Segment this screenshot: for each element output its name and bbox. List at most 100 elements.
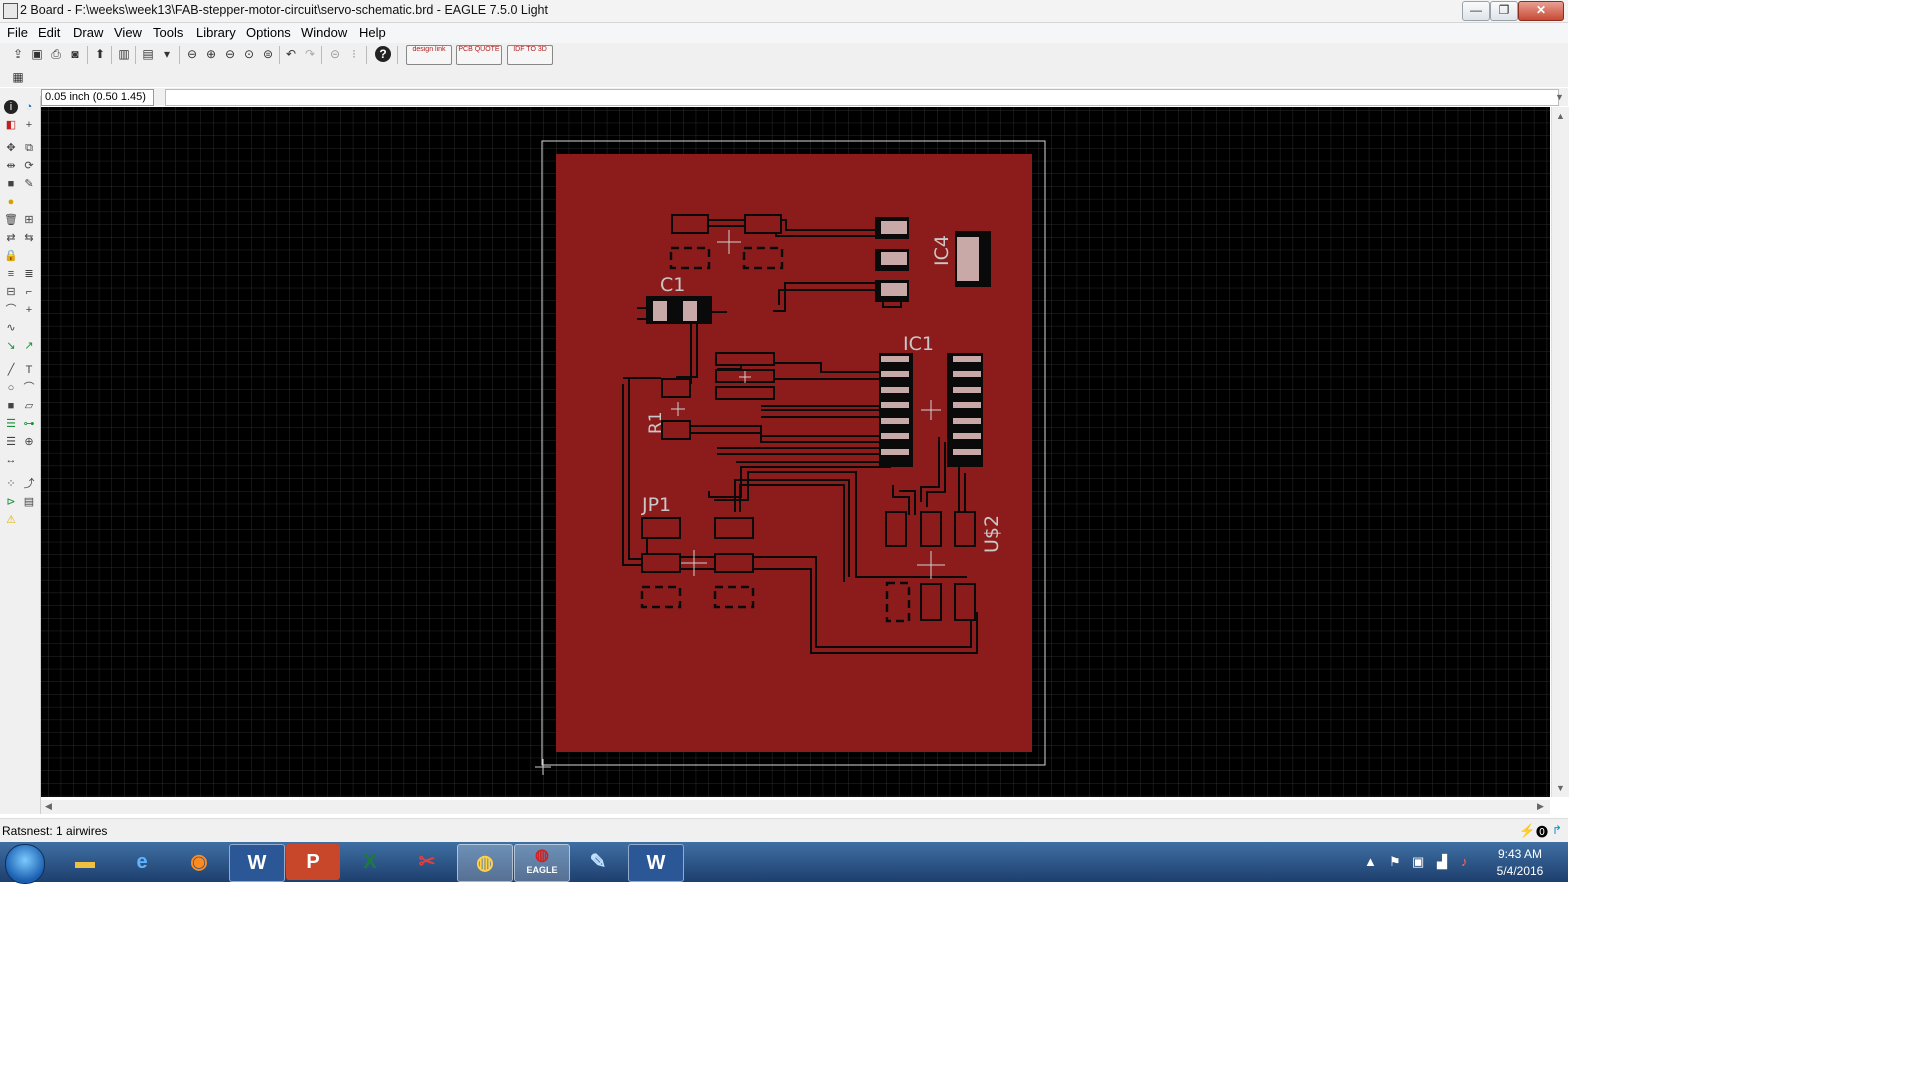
add-icon[interactable]: ⊞	[22, 213, 36, 227]
volume-icon[interactable]: ♪	[1461, 854, 1468, 869]
mirror-icon[interactable]: ⇹	[4, 159, 18, 173]
redo-icon[interactable]: ↷	[302, 46, 318, 62]
polygon-icon[interactable]: ▱	[22, 399, 36, 413]
command-line-input[interactable]	[165, 89, 1559, 106]
firefox-icon[interactable]: ◉	[172, 844, 226, 880]
via-icon[interactable]: ☰	[4, 417, 18, 431]
display-icon[interactable]: ◧	[4, 118, 18, 132]
script-icon[interactable]: ▥	[116, 46, 132, 62]
circle-icon[interactable]: ○	[4, 381, 18, 395]
minimize-button[interactable]: —	[1462, 1, 1490, 21]
name-icon[interactable]: ≡	[4, 267, 18, 281]
lock-icon[interactable]: 🔒	[4, 249, 18, 263]
change-icon[interactable]: ✎	[22, 177, 36, 191]
paste-icon[interactable]: ●	[4, 195, 18, 209]
maximize-button[interactable]: ❐	[1490, 1, 1518, 21]
menu-window[interactable]: Window	[301, 25, 347, 40]
pinswap-icon[interactable]: ⇄	[4, 231, 18, 245]
device-icon[interactable]: ▣	[1412, 854, 1424, 870]
layer-icon[interactable]: ▤	[140, 46, 156, 62]
stop-icon[interactable]: ⊝	[327, 46, 343, 62]
copy-icon[interactable]: ⧉	[22, 141, 36, 155]
help-icon[interactable]: ?	[375, 46, 391, 62]
menu-options[interactable]: Options	[246, 25, 291, 40]
zoom-fit-icon[interactable]: ⊖	[184, 46, 200, 62]
value-icon[interactable]: ≣	[22, 267, 36, 281]
zoom-in-icon[interactable]: ⊕	[203, 46, 219, 62]
split-icon[interactable]: ⌒	[4, 303, 18, 317]
menu-draw[interactable]: Draw	[73, 25, 103, 40]
show-hidden-icons[interactable]: ▲	[1364, 854, 1377, 869]
attribute-icon[interactable]: ⊕	[22, 435, 36, 449]
erc-icon[interactable]: ⊳	[4, 495, 18, 509]
errors-warning-icon[interactable]: ⚠	[4, 513, 18, 527]
menu-view[interactable]: View	[114, 25, 142, 40]
rotate-icon[interactable]: ⟳	[22, 159, 36, 173]
close-button[interactable]: ✕	[1518, 1, 1564, 21]
scroll-up-icon[interactable]: ▲	[1556, 111, 1565, 121]
print-icon[interactable]: ⎙	[48, 46, 64, 62]
meander-icon[interactable]: ∿	[4, 321, 18, 335]
start-button[interactable]	[5, 844, 45, 884]
save-icon[interactable]: ▣	[29, 46, 45, 62]
word-icon[interactable]: W	[628, 844, 684, 882]
design-link-button[interactable]: design link	[406, 45, 452, 65]
menu-help[interactable]: Help	[359, 25, 386, 40]
scroll-left-icon[interactable]: ◀	[45, 801, 52, 812]
menu-tools[interactable]: Tools	[153, 25, 183, 40]
menu-edit[interactable]: Edit	[38, 25, 60, 40]
scroll-right-icon[interactable]: ▶	[1537, 801, 1544, 812]
scroll-down-icon[interactable]: ▼	[1556, 783, 1565, 793]
clock-time[interactable]: 9:43 AM	[1494, 847, 1546, 861]
text-icon[interactable]: T	[22, 363, 36, 377]
use-library-icon[interactable]: ⬆	[92, 46, 108, 62]
eagle-taskbar-button[interactable]: ◍ EAGLE	[514, 844, 570, 882]
wire-bend-icon[interactable]: ↱	[1552, 823, 1562, 837]
mark-icon[interactable]: +	[22, 118, 36, 132]
excel-icon[interactable]: X	[343, 844, 397, 880]
replace-icon[interactable]: ⇆	[22, 231, 36, 245]
file-explorer-icon[interactable]: ▬	[58, 844, 112, 880]
optimize-icon[interactable]: +	[22, 303, 36, 317]
ripup-icon[interactable]: ↗	[22, 339, 36, 353]
layer-dropdown-icon[interactable]: ▾	[159, 46, 175, 62]
snipping-tool-icon[interactable]: ✂	[400, 844, 454, 880]
vertical-scrollbar[interactable]: ▲ ▼	[1551, 107, 1569, 797]
undo-icon[interactable]: ↶	[283, 46, 299, 62]
rect-icon[interactable]: ■	[4, 399, 18, 413]
clock-date[interactable]: 5/4/2016	[1494, 864, 1546, 878]
drc-icon[interactable]: ▤	[22, 495, 36, 509]
board-canvas[interactable]: C1 IC4 IC1 R1 JP1 U$2	[41, 107, 1550, 797]
smash-icon[interactable]: ⊟	[4, 285, 18, 299]
group-icon[interactable]: ■	[4, 177, 18, 191]
miter-icon[interactable]: ⌐	[22, 285, 36, 299]
ratsnest-icon[interactable]: ⁘	[4, 477, 18, 491]
go-icon[interactable]: ⁝	[346, 46, 362, 62]
idf-to-3d-button[interactable]: IDF TO 3D	[507, 45, 553, 65]
powerpoint-icon[interactable]: P	[286, 844, 340, 880]
move-icon[interactable]: ✥	[4, 141, 18, 155]
word-icon[interactable]: W	[229, 844, 285, 882]
delete-icon[interactable]: 🗑	[4, 213, 18, 227]
cam-processor-icon[interactable]: ◙	[67, 46, 83, 62]
network-icon[interactable]: ▟	[1437, 854, 1447, 870]
paint-icon[interactable]: ✎	[571, 844, 625, 880]
dimension-icon[interactable]: ↔	[4, 453, 18, 467]
zoom-redraw-icon[interactable]: ⊙	[241, 46, 257, 62]
arc-icon[interactable]: ⌒	[22, 381, 36, 395]
hole-icon[interactable]: ☰	[4, 435, 18, 449]
info-icon[interactable]: i	[4, 100, 18, 114]
show-icon[interactable]: ◔	[22, 100, 36, 114]
open-icon[interactable]: ⇪	[10, 46, 26, 62]
stop-command-icon[interactable]: ⓿	[1536, 823, 1548, 840]
zoom-select-icon[interactable]: ⊜	[260, 46, 276, 62]
internet-explorer-icon[interactable]: e	[115, 844, 169, 880]
browser-icon[interactable]: ◍	[457, 844, 513, 882]
route-icon[interactable]: ↘	[4, 339, 18, 353]
zoom-out-icon[interactable]: ⊖	[222, 46, 238, 62]
action-center-flag-icon[interactable]: ⚑	[1389, 854, 1401, 870]
pcb-quote-button[interactable]: PCB QUOTE	[456, 45, 502, 65]
auto-router-icon[interactable]: ⤴	[22, 477, 36, 491]
signal-icon[interactable]: ⊶	[22, 417, 36, 431]
wire-icon[interactable]: ╱	[4, 363, 18, 377]
